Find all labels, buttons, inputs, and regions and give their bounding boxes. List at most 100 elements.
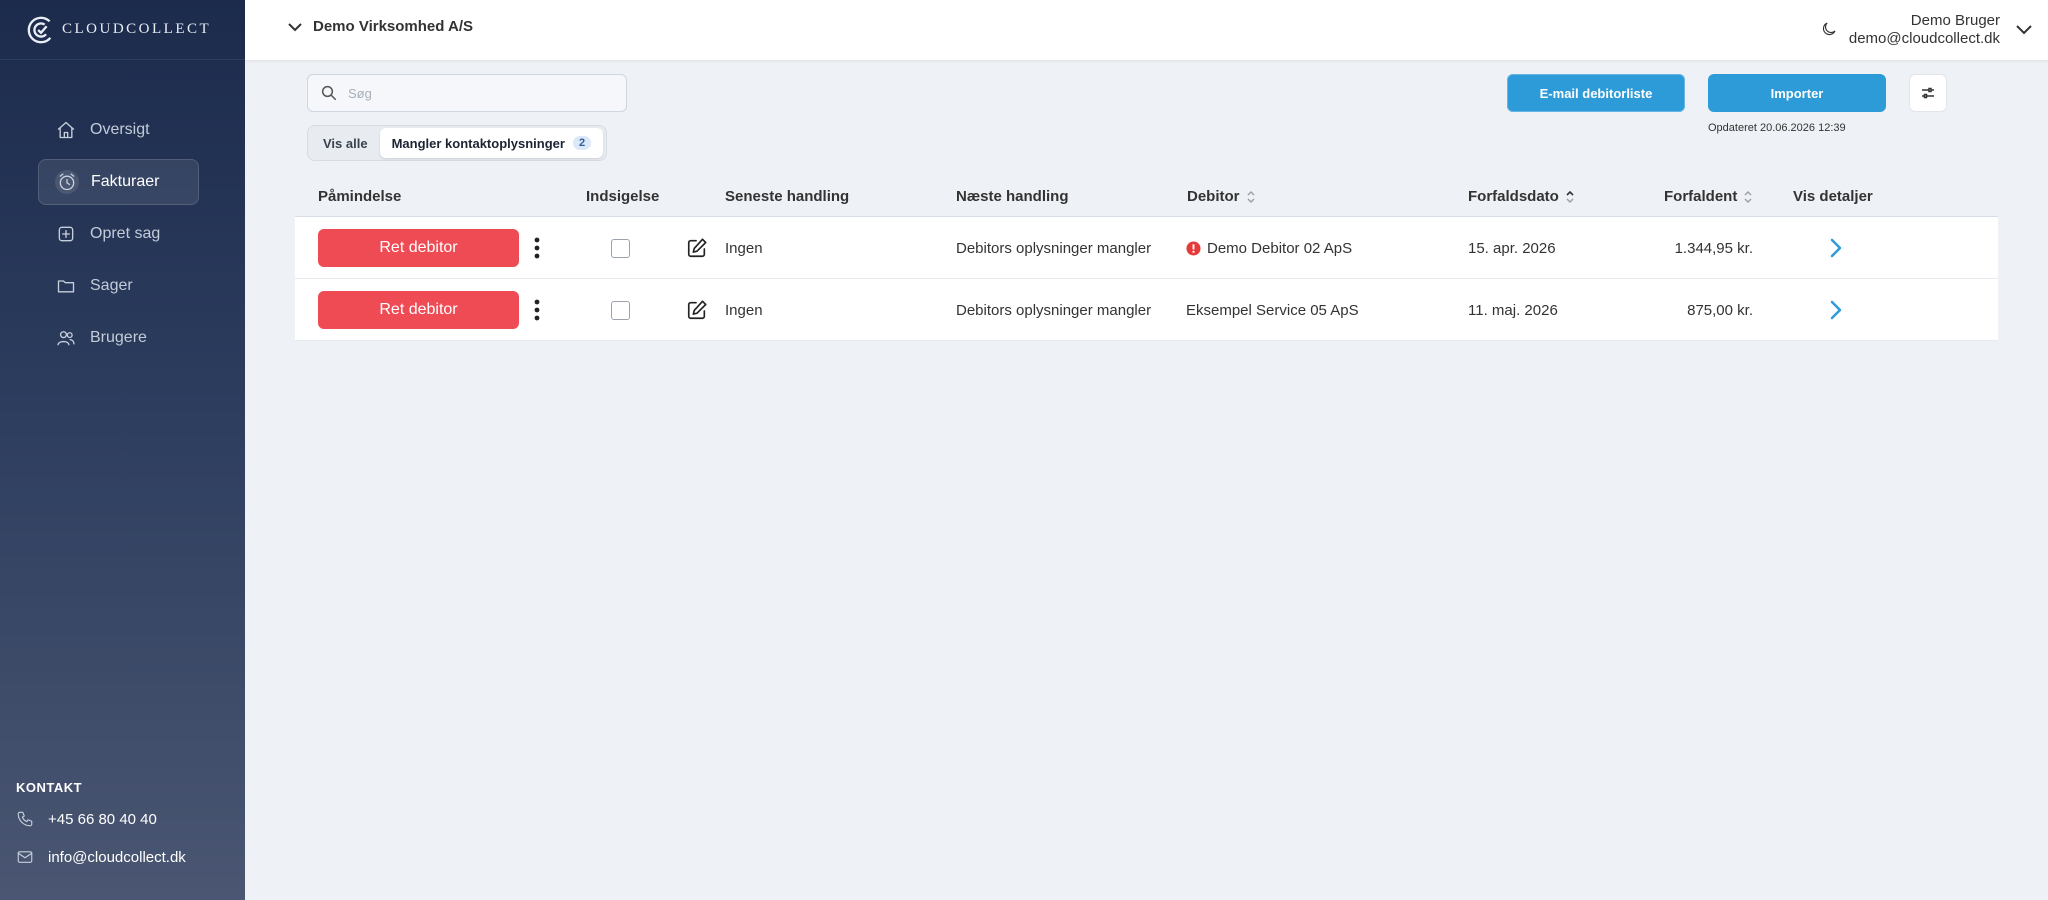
tab-vis-alle[interactable]: Vis alle [311, 128, 380, 158]
column-header-seneste-handling: Seneste handling [725, 188, 850, 205]
debtor-cell: Demo Debitor 02 ApS [1186, 217, 1352, 279]
sort-icon [1744, 190, 1752, 203]
more-vertical-icon [534, 299, 540, 321]
search-icon [321, 85, 337, 101]
company-name: Demo Virksomhed A/S [313, 18, 474, 35]
next-action: Debitors oplysninger mangler [956, 239, 1152, 257]
column-header-debitor[interactable]: Debitor [1187, 188, 1256, 205]
folder-icon [54, 274, 78, 298]
dispute-cell [611, 279, 630, 341]
search-box [307, 74, 627, 112]
top-bar: Demo Virksomhed A/S Demo Bruger demo@clo… [245, 0, 2048, 60]
tab-label: Mangler kontaktoplysninger [391, 135, 565, 151]
import-button[interactable]: Importer [1708, 74, 1886, 112]
user-info[interactable]: Demo Bruger demo@cloudcollect.dk [1849, 12, 2000, 48]
overdue-amount: 875,00 kr. [1687, 301, 1753, 319]
user-name: Demo Bruger [1910, 12, 2000, 29]
contact-phone-text: +45 66 80 40 40 [48, 810, 157, 828]
tab-label: Vis alle [323, 135, 368, 151]
home-icon [54, 118, 78, 142]
latest-action: Ingen [725, 239, 763, 257]
sidebar-item-label: Oversigt [90, 121, 150, 138]
view-details-button[interactable] [1826, 217, 1846, 279]
sliders-icon [1922, 87, 1934, 99]
sidebar: CLOUDCOLLECT Oversigt Fakturaer Opret sa… [0, 0, 245, 900]
sidebar-item-opret-sag[interactable]: Opret sag [38, 211, 199, 257]
mail-icon [17, 851, 33, 863]
users-icon [54, 326, 78, 350]
sort-icon [1246, 190, 1255, 203]
due-date: 15. apr. 2026 [1468, 239, 1556, 257]
edit-cell [686, 279, 708, 341]
latest-action: Ingen [725, 301, 763, 319]
contact-email-text: info@cloudcollect.dk [48, 848, 186, 866]
sidebar-item-sager[interactable]: Sager [38, 263, 199, 309]
user-email: demo@cloudcollect.dk [1848, 30, 2000, 47]
contact-title: KONTAKT [16, 780, 83, 795]
column-header-forfaldsdato[interactable]: Forfaldsdato [1468, 188, 1575, 205]
sidebar-item-label: Fakturaer [91, 173, 160, 190]
contact-email[interactable]: info@cloudcollect.dk [16, 845, 236, 869]
column-header-indsigelse: Indsigelse [586, 188, 660, 205]
due-date: 11. maj. 2026 [1468, 301, 1558, 319]
alert-icon [1186, 240, 1201, 256]
filter-settings-button[interactable] [1909, 74, 1947, 112]
moon-icon [1822, 22, 1836, 36]
sidebar-item-label: Brugere [90, 329, 147, 346]
reminder-cell: Ret debitor [318, 217, 519, 279]
logo-text: CLOUDCOLLECT [62, 21, 212, 37]
sidebar-item-label: Sager [90, 277, 133, 294]
plus-square-icon [54, 222, 78, 246]
sidebar-item-brugere[interactable]: Brugere [38, 315, 199, 361]
column-header-vis-detaljer: Vis detaljer [1793, 188, 1873, 205]
debtor-cell: Eksempel Service 05 ApS [1186, 279, 1359, 341]
sidebar-item-label: Opret sag [90, 225, 161, 242]
edit-cell [686, 217, 708, 279]
dispute-checkbox[interactable] [611, 300, 630, 320]
column-header-naeste-handling: Næste handling [956, 188, 1069, 205]
edit-icon[interactable] [686, 299, 708, 321]
clock-icon [55, 170, 79, 194]
chevron-right-icon [1830, 300, 1842, 320]
sidebar-nav: Oversigt Fakturaer Opret sag Sager Bruge… [38, 107, 199, 367]
tab-mangler-kontaktoplysninger[interactable]: Mangler kontaktoplysninger 2 [379, 128, 604, 158]
edit-icon[interactable] [686, 237, 708, 259]
phone-icon [17, 811, 33, 827]
search-input[interactable] [348, 85, 608, 101]
debtor-name: Demo Debitor 02 ApS [1207, 239, 1353, 257]
filter-tabs: Vis alle Mangler kontaktoplysninger 2 [307, 125, 608, 161]
column-header-paamindelse: Påmindelse [318, 188, 402, 205]
row-menu-button[interactable] [527, 295, 547, 325]
edit-debtor-button[interactable]: Ret debitor [318, 291, 519, 329]
view-details-button[interactable] [1826, 279, 1846, 341]
logo[interactable]: CLOUDCOLLECT [0, 0, 245, 60]
next-action: Debitors oplysninger mangler [956, 301, 1152, 319]
row-menu-button[interactable] [527, 233, 547, 263]
sidebar-item-fakturaer[interactable]: Fakturaer [38, 159, 199, 205]
table-row: Ret debitor Ingen Debitors oplysninger m… [295, 279, 1998, 341]
dispute-checkbox[interactable] [611, 238, 630, 258]
row-menu-cell [527, 279, 547, 341]
chevron-down-icon [288, 22, 302, 31]
column-header-forfaldent[interactable]: Forfaldent [1664, 188, 1753, 205]
cloudcollect-logo-icon [27, 16, 55, 43]
more-vertical-icon [534, 237, 540, 259]
user-menu-toggle[interactable] [2014, 20, 2034, 40]
row-menu-cell [527, 217, 547, 279]
table-header: Påmindelse Indsigelse Seneste handling N… [295, 176, 1998, 217]
invoice-table: Påmindelse Indsigelse Seneste handling N… [295, 176, 1998, 341]
email-debtor-list-button[interactable]: E-mail debitorliste [1507, 74, 1685, 112]
dark-mode-toggle[interactable] [1820, 20, 1838, 38]
updated-timestamp: Opdateret 20.06.2026 12:39 [1708, 122, 1846, 134]
chevron-right-icon [1830, 238, 1842, 258]
dispute-cell [611, 217, 630, 279]
debtor-name: Eksempel Service 05 ApS [1186, 301, 1359, 319]
chevron-down-icon [2016, 25, 2032, 35]
overdue-amount: 1.344,95 kr. [1674, 239, 1753, 257]
reminder-cell: Ret debitor [318, 279, 519, 341]
edit-debtor-button[interactable]: Ret debitor [318, 229, 519, 267]
contact-phone[interactable]: +45 66 80 40 40 [16, 807, 236, 831]
sidebar-item-oversigt[interactable]: Oversigt [38, 107, 199, 153]
company-selector[interactable]: Demo Virksomhed A/S [287, 18, 473, 35]
table-row: Ret debitor Ingen Debitors oplysninger m… [295, 217, 1998, 279]
